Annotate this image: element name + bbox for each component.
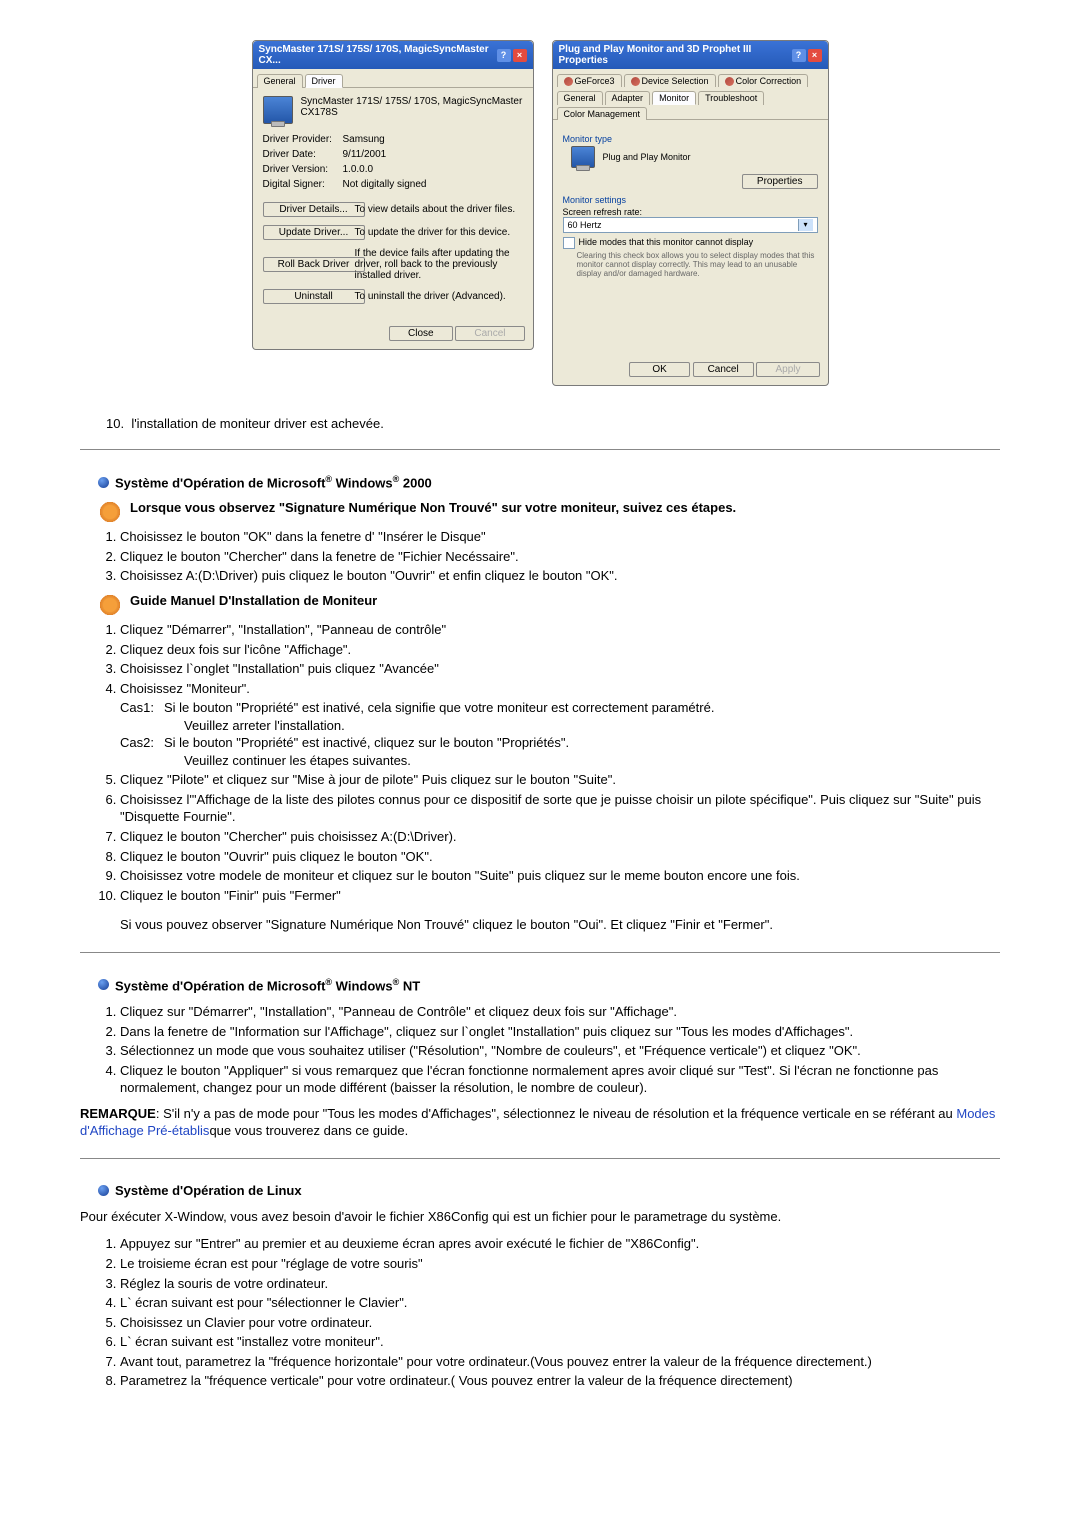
dialog2-title: Plug and Play Monitor and 3D Prophet III… [559, 44, 792, 66]
step-10: 10. l'installation de moniteur driver es… [106, 416, 1000, 431]
tab-general[interactable]: General [257, 74, 303, 88]
hide-modes-checkbox[interactable] [563, 237, 575, 249]
divider [80, 449, 1000, 450]
bullet-icon [98, 979, 109, 990]
update-driver-desc: To update the driver for this device. [355, 227, 523, 238]
heading-win2000: Système d'Opération de Microsoft® Window… [98, 474, 1000, 490]
driver-details-desc: To view details about the driver files. [355, 204, 523, 215]
linux-intro: Pour éxécuter X-Window, vous avez besoin… [80, 1208, 1000, 1226]
label-version: Driver Version: [263, 164, 343, 175]
manual-install-heading: Guide Manuel D'Installation de Moniteur [130, 593, 377, 608]
update-driver-button[interactable]: Update Driver... [263, 225, 365, 240]
nvidia-icon [725, 77, 734, 86]
hide-modes-note: Clearing this check box allows you to se… [577, 251, 818, 278]
cancel-button[interactable]: Cancel [693, 362, 754, 377]
close-button[interactable]: Close [389, 326, 453, 341]
value-provider: Samsung [343, 134, 523, 145]
gear-icon [98, 593, 122, 617]
heading-linux: Système d'Opération de Linux [98, 1183, 1000, 1198]
monitor-type-value: Plug and Play Monitor [603, 152, 818, 162]
tab-driver[interactable]: Driver [305, 74, 343, 88]
tab-color-mgmt[interactable]: Color Management [557, 107, 648, 120]
refresh-rate-select[interactable]: 60 Hertz ▾ [563, 217, 818, 233]
dialog-screenshots-row: SyncMaster 171S/ 175S/ 170S, MagicSyncMa… [80, 40, 1000, 386]
heading-winnt: Système d'Opération de Microsoft® Window… [98, 977, 1000, 993]
product-name: SyncMaster 171S/ 175S/ 170S, MagicSyncMa… [301, 96, 523, 118]
close-icon[interactable]: × [513, 49, 527, 62]
value-version: 1.0.0.0 [343, 164, 523, 175]
win2000-guide-steps: Cliquez "Démarrer", "Installation", "Pan… [100, 621, 1000, 934]
monitor-type-label: Monitor type [563, 134, 818, 144]
refresh-rate-label: Screen refresh rate: [563, 207, 818, 217]
properties-button[interactable]: Properties [742, 174, 818, 189]
tab-general[interactable]: General [557, 91, 603, 105]
monitor-icon [571, 146, 595, 168]
ok-button[interactable]: OK [629, 362, 689, 377]
value-signer: Not digitally signed [343, 179, 523, 190]
gear-icon [98, 500, 122, 524]
uninstall-button[interactable]: Uninstall [263, 289, 365, 304]
help-icon[interactable]: ? [497, 49, 511, 62]
label-date: Driver Date: [263, 149, 343, 160]
uninstall-desc: To uninstall the driver (Advanced). [355, 291, 523, 302]
nvidia-icon [564, 77, 573, 86]
bullet-icon [98, 477, 109, 488]
label-provider: Driver Provider: [263, 134, 343, 145]
signature-warning-heading: Lorsque vous observez "Signature Numériq… [130, 500, 736, 515]
chevron-down-icon[interactable]: ▾ [798, 219, 813, 231]
bullet-icon [98, 1185, 109, 1196]
tab-geforce3[interactable]: GeForce3 [557, 74, 622, 87]
winnt-remark: REMARQUE: S'il n'y a pas de mode pour "T… [80, 1105, 1000, 1140]
driver-details-button[interactable]: Driver Details... [263, 202, 365, 217]
rollback-driver-button[interactable]: Roll Back Driver [263, 257, 365, 272]
help-icon[interactable]: ? [792, 49, 806, 62]
dialog2-titlebar: Plug and Play Monitor and 3D Prophet III… [553, 41, 828, 69]
tab-troubleshoot[interactable]: Troubleshoot [698, 91, 764, 105]
monitor-properties-dialog: Plug and Play Monitor and 3D Prophet III… [552, 40, 829, 386]
tab-device-selection[interactable]: Device Selection [624, 74, 716, 87]
rollback-driver-desc: If the device fails after updating the d… [355, 248, 523, 281]
value-date: 9/11/2001 [343, 149, 523, 160]
tab-monitor[interactable]: Monitor [652, 91, 696, 105]
winnt-steps: Cliquez sur "Démarrer", "Installation", … [100, 1003, 1000, 1097]
label-signer: Digital Signer: [263, 179, 343, 190]
cancel-button: Cancel [455, 326, 524, 341]
hide-modes-label: Hide modes that this monitor cannot disp… [579, 237, 754, 247]
dialog1-titlebar: SyncMaster 171S/ 175S/ 170S, MagicSyncMa… [253, 41, 533, 69]
dialog1-tabs: General Driver [253, 69, 533, 88]
tab-adapter[interactable]: Adapter [605, 91, 651, 105]
divider [80, 952, 1000, 953]
nvidia-icon [631, 77, 640, 86]
monitor-icon [263, 96, 293, 124]
tab-color-correction[interactable]: Color Correction [718, 74, 809, 87]
close-icon[interactable]: × [808, 49, 822, 62]
dialog1-title: SyncMaster 171S/ 175S/ 170S, MagicSyncMa… [259, 44, 497, 66]
divider [80, 1158, 1000, 1159]
win2000-sig-steps: Choisissez le bouton "OK" dans la fenetr… [100, 528, 1000, 585]
linux-steps: Appuyez sur "Entrer" au premier et au de… [100, 1235, 1000, 1389]
apply-button: Apply [756, 362, 819, 377]
monitor-settings-label: Monitor settings [563, 195, 818, 205]
driver-properties-dialog: SyncMaster 171S/ 175S/ 170S, MagicSyncMa… [252, 40, 534, 350]
